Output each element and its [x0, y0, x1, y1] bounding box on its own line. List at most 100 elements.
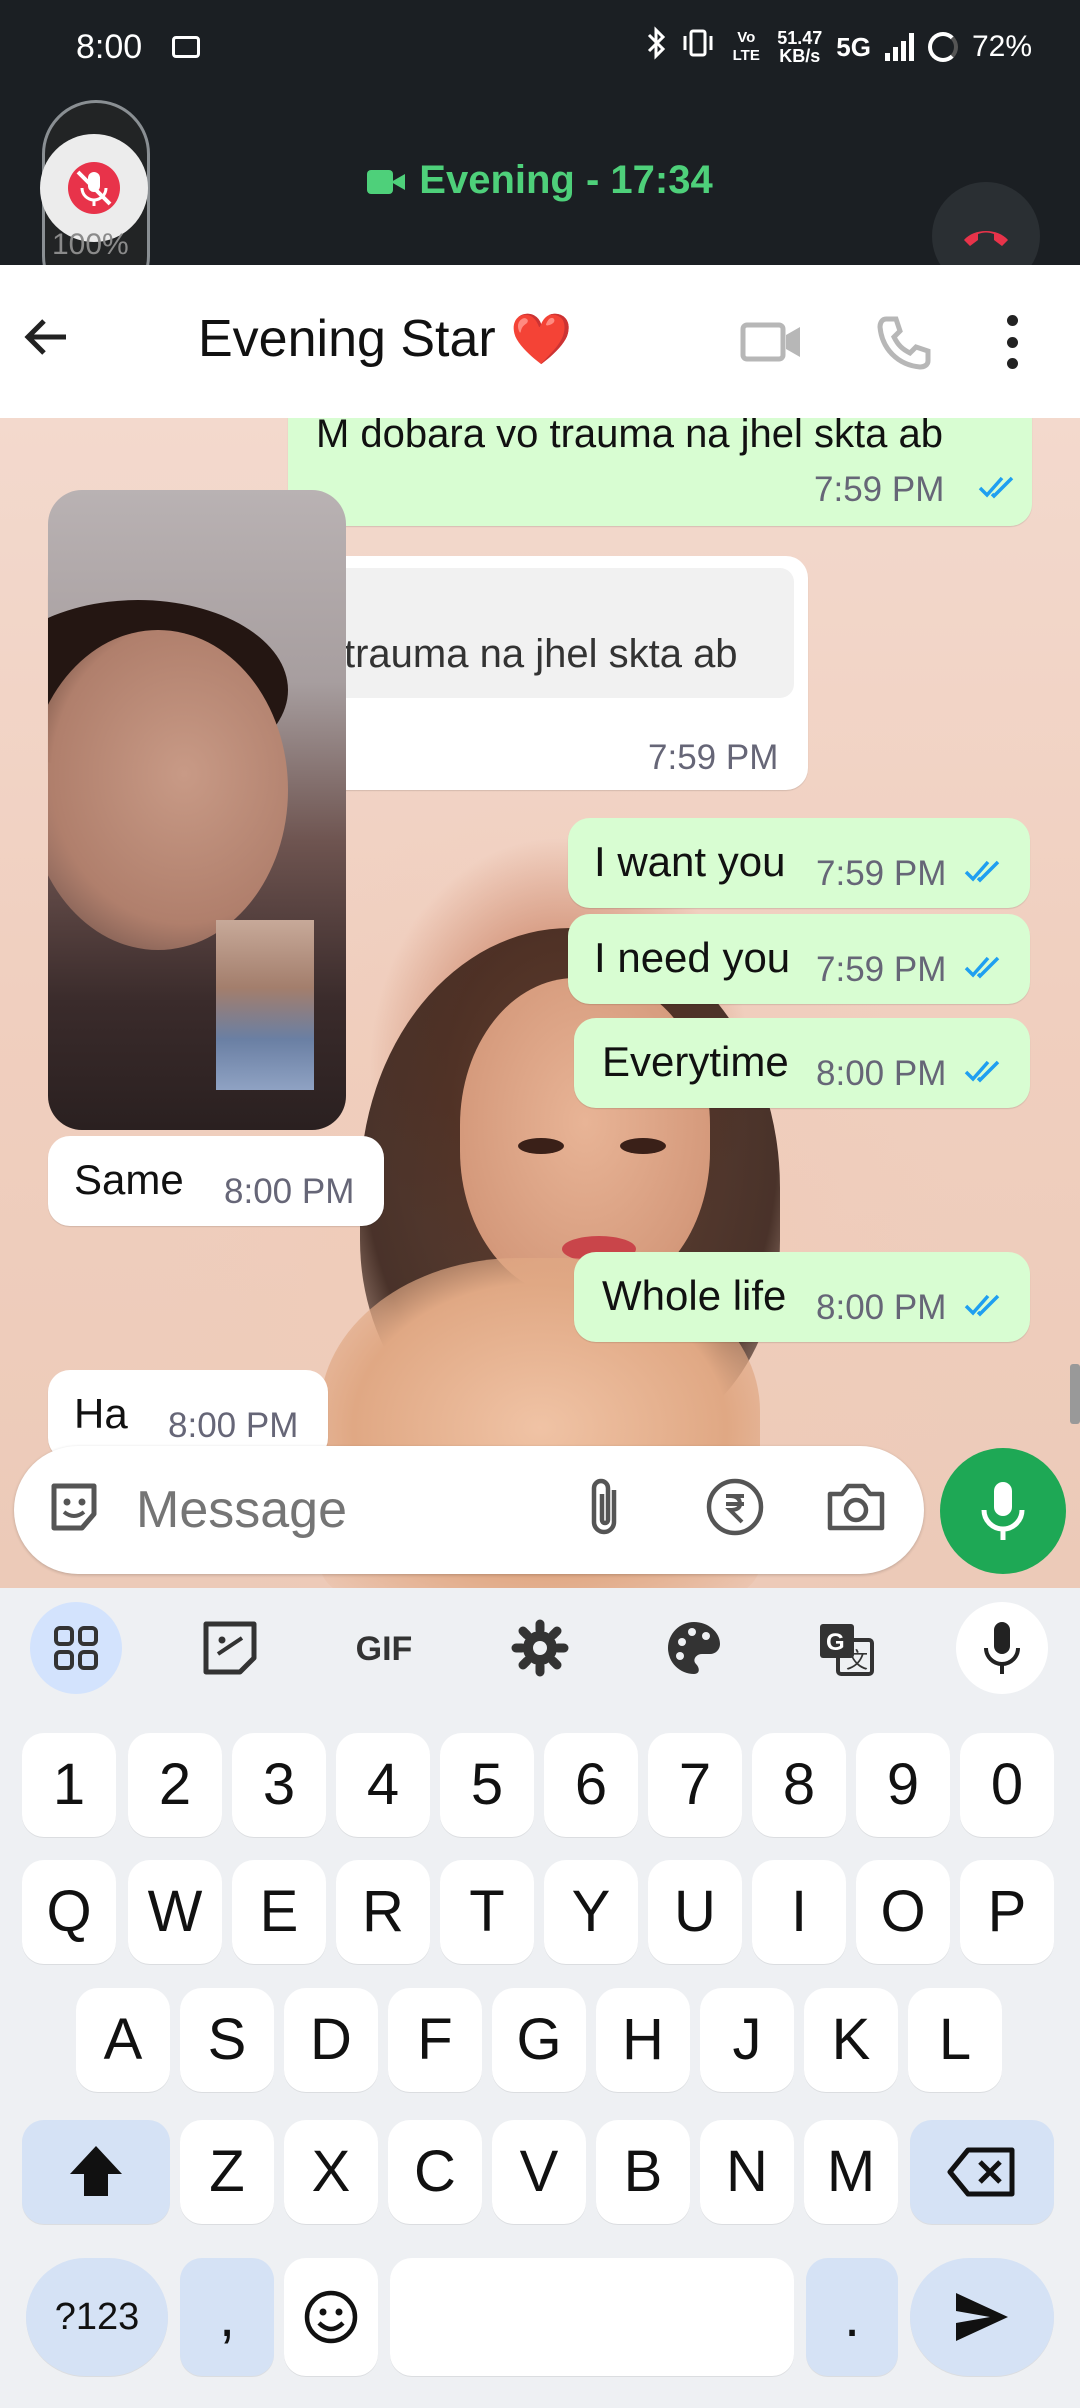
status-bar: 8:00 Vo LTE 51.47 KB/s 5G 72% — [0, 0, 1080, 100]
key-o[interactable]: O — [856, 1860, 950, 1964]
key-e[interactable]: E — [232, 1860, 326, 1964]
read-receipt-icon — [978, 476, 1014, 499]
status-icons: Vo LTE 51.47 KB/s 5G 72% — [645, 26, 1032, 68]
message-outgoing[interactable]: I want you 7:59 PM — [568, 818, 1030, 908]
message-text: Whole life — [602, 1272, 787, 1319]
contact-name[interactable]: Evening Star ❤️ — [198, 309, 572, 369]
key-r[interactable]: R — [336, 1860, 430, 1964]
palette-icon[interactable] — [648, 1602, 740, 1694]
key-w[interactable]: W — [128, 1860, 222, 1964]
apps-icon[interactable] — [30, 1602, 122, 1694]
key-5[interactable]: 5 — [440, 1733, 534, 1837]
heart-emoji: ❤️ — [510, 311, 573, 367]
key-q[interactable]: Q — [22, 1860, 116, 1964]
key-a[interactable]: A — [76, 1988, 170, 2092]
mute-toggle-button[interactable] — [40, 134, 148, 242]
key-f[interactable]: F — [388, 1988, 482, 2092]
more-options-icon[interactable] — [1006, 315, 1018, 369]
key-j[interactable]: J — [700, 1988, 794, 2092]
attach-icon[interactable] — [580, 1476, 630, 1545]
sticker-icon[interactable] — [184, 1602, 276, 1694]
key-g[interactable]: G — [492, 1988, 586, 2092]
emoji-key[interactable] — [284, 2258, 378, 2376]
message-outgoing[interactable]: Whole life 8:00 PM — [574, 1252, 1030, 1342]
chat-area[interactable]: M dobara vo trauma na jhel skta ab 7:59 … — [0, 418, 1080, 1588]
message-input[interactable] — [136, 1472, 556, 1548]
key-0[interactable]: 0 — [960, 1733, 1054, 1837]
key-c[interactable]: C — [388, 2120, 482, 2224]
shift-key[interactable] — [22, 2120, 170, 2224]
wallpaper-eye-left — [518, 1138, 564, 1154]
send-key[interactable] — [910, 2258, 1054, 2376]
remote-video-preview[interactable] — [48, 490, 346, 1130]
message-time: 8:00 PM — [168, 1406, 299, 1445]
message-time: 8:00 PM — [816, 1288, 947, 1327]
key-4[interactable]: 4 — [336, 1733, 430, 1837]
volte-indicator: Vo LTE — [732, 29, 760, 64]
key-v[interactable]: V — [492, 2120, 586, 2224]
key-y[interactable]: Y — [544, 1860, 638, 1964]
key-t[interactable]: T — [440, 1860, 534, 1964]
message-time: 8:00 PM — [224, 1172, 355, 1211]
key-9[interactable]: 9 — [856, 1733, 950, 1837]
key-7[interactable]: 7 — [648, 1733, 742, 1837]
comma-key[interactable]: , — [180, 2258, 274, 2376]
network-type: 5G — [836, 31, 871, 62]
volume-percent: 100% — [52, 228, 129, 261]
key-b[interactable]: B — [596, 2120, 690, 2224]
key-m[interactable]: M — [804, 2120, 898, 2224]
key-h[interactable]: H — [596, 1988, 690, 2092]
key-k[interactable]: K — [804, 1988, 898, 2092]
key-2[interactable]: 2 — [128, 1733, 222, 1837]
keyboard-toolbar: GIF G文 — [0, 1588, 1080, 1708]
video-call-header-icon[interactable] — [740, 319, 804, 365]
key-8[interactable]: 8 — [752, 1733, 846, 1837]
key-s[interactable]: S — [180, 1988, 274, 2092]
rupee-payment-icon[interactable] — [704, 1476, 766, 1543]
message-outgoing[interactable]: I need you 7:59 PM — [568, 914, 1030, 1004]
key-i[interactable]: I — [752, 1860, 846, 1964]
back-arrow-icon[interactable] — [18, 309, 74, 370]
key-u[interactable]: U — [648, 1860, 742, 1964]
message-incoming[interactable]: Same 8:00 PM — [48, 1136, 384, 1226]
message-outgoing[interactable]: Everytime 8:00 PM — [574, 1018, 1030, 1108]
key-d[interactable]: D — [284, 1988, 378, 2092]
gif-button[interactable]: GIF — [338, 1602, 430, 1694]
translate-icon[interactable]: G文 — [800, 1602, 892, 1694]
key-1[interactable]: 1 — [22, 1733, 116, 1837]
voice-message-button[interactable] — [940, 1448, 1066, 1574]
message-composer[interactable] — [14, 1446, 924, 1574]
settings-icon[interactable] — [494, 1602, 586, 1694]
key-3[interactable]: 3 — [232, 1733, 326, 1837]
symbols-key[interactable]: ?123 — [26, 2258, 168, 2376]
message-text: Same — [74, 1156, 184, 1203]
self-video-pip[interactable] — [216, 920, 314, 1090]
key-p[interactable]: P — [960, 1860, 1054, 1964]
status-time: 8:00 — [76, 28, 143, 66]
chat-header: Evening Star ❤️ — [0, 265, 1080, 656]
vibrate-icon — [681, 28, 715, 66]
emoji-sticker-icon[interactable] — [44, 1476, 106, 1543]
message-outgoing[interactable]: M dobara vo trauma na jhel skta ab 7:59 … — [288, 418, 1032, 526]
key-n[interactable]: N — [700, 2120, 794, 2224]
mic-icon — [981, 1482, 1025, 1540]
chat-scrollbar[interactable] — [1070, 1364, 1080, 1424]
message-time: 7:59 PM — [816, 854, 947, 893]
key-x[interactable]: X — [284, 2120, 378, 2224]
ongoing-call-banner[interactable]: Evening - 17:34 — [0, 100, 1080, 290]
wallpaper-eye-right — [620, 1138, 666, 1154]
read-receipt-icon — [964, 860, 1000, 883]
key-z[interactable]: Z — [180, 2120, 274, 2224]
keyboard-mic-icon[interactable] — [956, 1602, 1048, 1694]
key-l[interactable]: L — [908, 1988, 1002, 2092]
period-key[interactable]: . — [806, 2258, 898, 2376]
net-speed-value: 51.47 — [777, 28, 823, 48]
send-arrow-icon — [956, 2293, 1008, 2341]
call-title: Evening - 17:34 — [0, 158, 1080, 203]
camera-icon[interactable] — [824, 1476, 888, 1543]
space-key[interactable] — [390, 2258, 794, 2376]
contact-name-text: Evening Star — [198, 310, 496, 368]
voice-call-icon[interactable] — [874, 313, 934, 378]
backspace-key[interactable] — [910, 2120, 1054, 2224]
key-6[interactable]: 6 — [544, 1733, 638, 1837]
